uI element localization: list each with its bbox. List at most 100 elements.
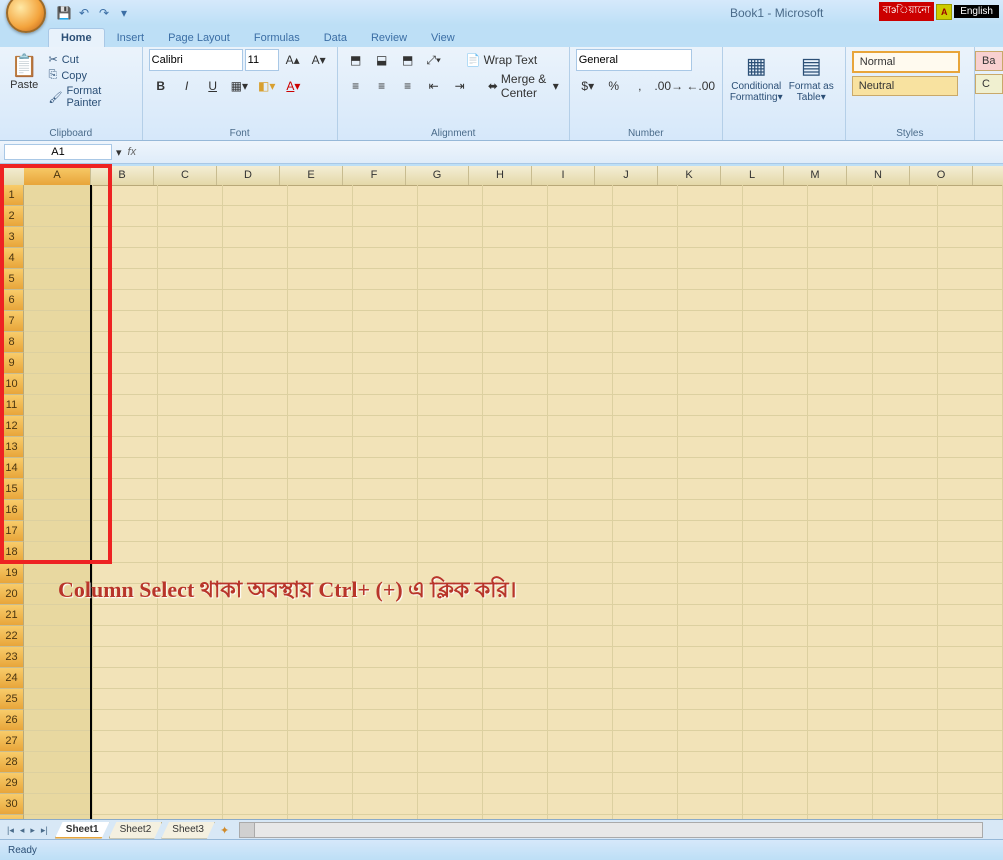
cell[interactable] [807,773,872,794]
cell[interactable] [937,479,1002,500]
cell[interactable] [418,752,483,773]
cell[interactable] [483,458,548,479]
cell[interactable] [612,248,677,269]
cell[interactable] [937,353,1002,374]
cell[interactable] [223,290,288,311]
cell[interactable] [418,731,483,752]
cell[interactable] [677,605,742,626]
row-header-5[interactable]: 5 [0,269,24,290]
cell[interactable] [612,500,677,521]
cell[interactable] [418,416,483,437]
comma-button[interactable]: , [628,75,652,97]
cell[interactable] [418,773,483,794]
cell[interactable] [24,458,93,479]
cell[interactable] [547,773,612,794]
cell[interactable] [288,773,353,794]
cell[interactable] [353,731,418,752]
cell[interactable] [612,605,677,626]
cell[interactable] [872,668,937,689]
cell[interactable] [872,752,937,773]
cell[interactable] [418,437,483,458]
cell[interactable] [353,437,418,458]
cell[interactable] [483,206,548,227]
cell[interactable] [158,689,223,710]
cell[interactable] [353,311,418,332]
fill-color-button[interactable]: ◧▾ [254,75,279,97]
column-header-L[interactable]: L [721,166,784,185]
cell[interactable] [937,332,1002,353]
cut-button[interactable]: ✂Cut [49,53,136,66]
cell[interactable] [483,290,548,311]
cell[interactable] [807,374,872,395]
cell[interactable] [93,458,158,479]
cell[interactable] [418,185,483,206]
font-size-select[interactable] [245,49,279,71]
cell[interactable] [872,626,937,647]
cell[interactable] [807,311,872,332]
cell[interactable] [223,332,288,353]
cell[interactable] [288,269,353,290]
language-label[interactable]: English [954,5,999,18]
cell[interactable] [612,668,677,689]
cell[interactable] [288,332,353,353]
cell[interactable] [223,794,288,815]
row-header-11[interactable]: 11 [0,395,24,416]
cell[interactable] [937,395,1002,416]
row-header-1[interactable]: 1 [0,185,24,206]
cell[interactable] [353,269,418,290]
cell[interactable] [223,668,288,689]
cell[interactable] [158,374,223,395]
cell[interactable] [677,395,742,416]
column-header-K[interactable]: K [658,166,721,185]
cell[interactable] [612,773,677,794]
underline-button[interactable]: U [201,75,225,97]
cell[interactable] [353,542,418,563]
cell[interactable] [742,458,807,479]
cell[interactable] [353,332,418,353]
tab-page-layout[interactable]: Page Layout [156,29,242,47]
cell[interactable] [742,563,807,584]
cell[interactable] [742,185,807,206]
cell[interactable] [742,689,807,710]
cell[interactable] [677,689,742,710]
horizontal-scrollbar[interactable] [239,822,983,838]
cell[interactable] [677,563,742,584]
cell[interactable] [937,269,1002,290]
cell[interactable] [872,416,937,437]
cell[interactable] [93,353,158,374]
cell[interactable] [807,668,872,689]
cell[interactable] [677,773,742,794]
cell[interactable] [937,626,1002,647]
cell[interactable] [872,269,937,290]
cell[interactable] [353,353,418,374]
cell[interactable] [24,794,93,815]
cell[interactable] [742,290,807,311]
cell[interactable] [937,458,1002,479]
undo-icon[interactable]: ↶ [76,5,92,21]
cell[interactable] [612,206,677,227]
font-name-select[interactable] [149,49,243,71]
cell[interactable] [677,668,742,689]
cell[interactable] [353,290,418,311]
column-header-C[interactable]: C [154,166,217,185]
cell[interactable] [937,437,1002,458]
cell[interactable] [742,542,807,563]
cell[interactable] [418,458,483,479]
cell[interactable] [93,479,158,500]
cell[interactable] [937,290,1002,311]
cell[interactable] [24,668,93,689]
merge-center-button[interactable]: ⬌Merge & Center▾ [484,75,563,97]
cell[interactable] [418,374,483,395]
cell[interactable] [223,395,288,416]
cell[interactable] [547,185,612,206]
cell[interactable] [807,731,872,752]
row-header-23[interactable]: 23 [0,647,24,668]
cell[interactable] [937,752,1002,773]
cell[interactable] [742,332,807,353]
cell[interactable] [158,206,223,227]
cell[interactable] [612,563,677,584]
cell[interactable] [158,290,223,311]
cell[interactable] [547,395,612,416]
cell[interactable] [612,374,677,395]
cell[interactable] [547,248,612,269]
